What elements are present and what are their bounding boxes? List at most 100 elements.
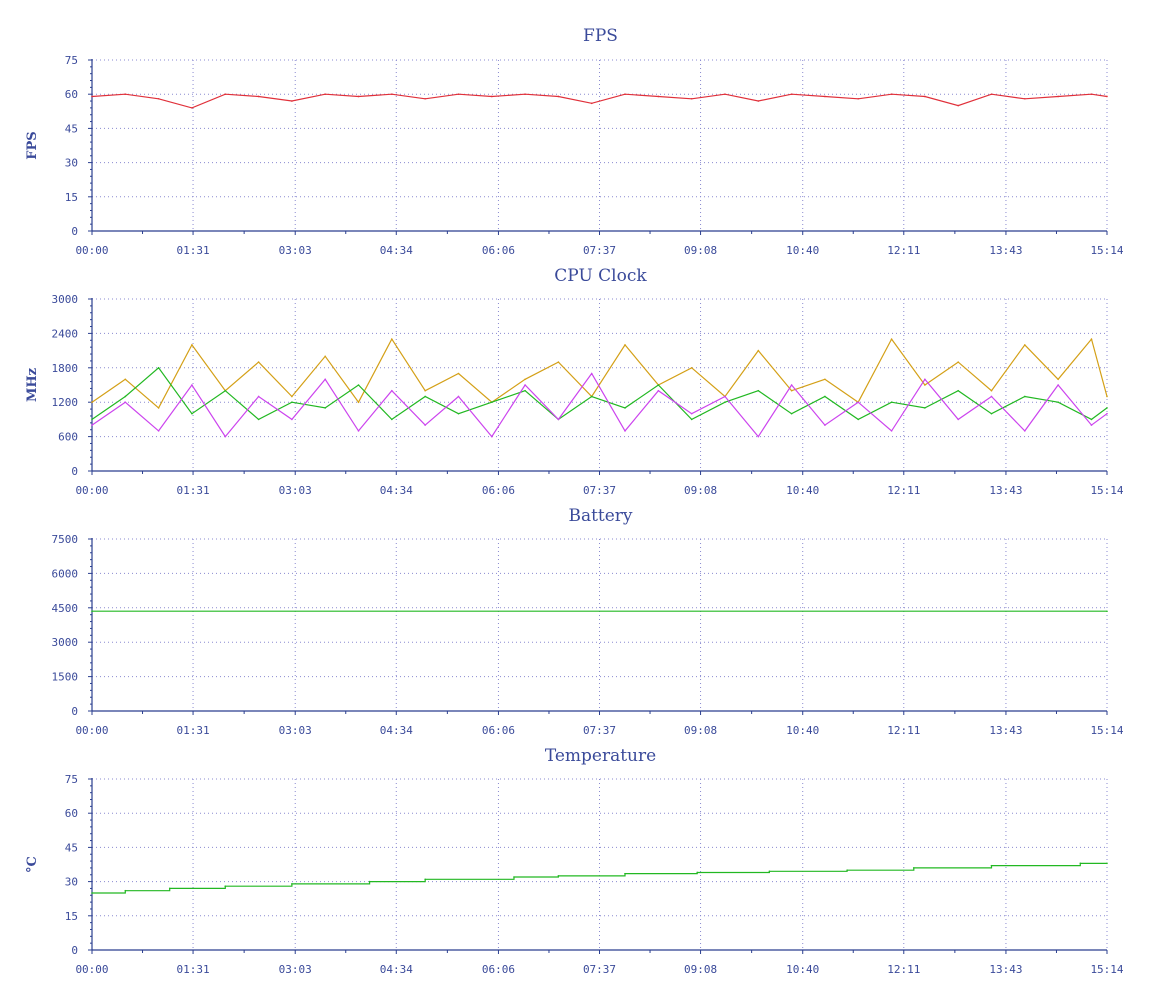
data-point [324, 93, 327, 95]
x-tick-label: 12:11 [887, 244, 920, 257]
data-point [657, 95, 660, 98]
data-point [557, 361, 560, 363]
data-point [624, 430, 626, 432]
data-point [724, 395, 726, 398]
data-point [990, 864, 993, 867]
y-tick-label: 30 [65, 876, 78, 889]
data-point [391, 418, 393, 421]
data-point [191, 384, 193, 386]
data-point [1079, 862, 1082, 865]
data-point [490, 401, 493, 404]
x-tick-label: 12:11 [887, 963, 920, 976]
x-tick-label: 13:43 [989, 724, 1022, 737]
data-point [424, 424, 426, 426]
x-tick-label: 01:31 [176, 963, 209, 976]
data-point [257, 95, 260, 98]
data-point [291, 100, 293, 102]
data-point [924, 95, 926, 98]
data-point [690, 418, 693, 421]
x-tick-label: 12:11 [887, 484, 920, 497]
y-tick-label: 15 [65, 191, 78, 204]
data-point [657, 384, 660, 386]
data-point [757, 435, 760, 438]
data-point [224, 389, 227, 392]
x-tick-label: 03:03 [279, 963, 312, 976]
data-point [1057, 95, 1059, 98]
y-tick-label: 6000 [52, 567, 79, 580]
data-point [1024, 430, 1026, 432]
x-tick-label: 10:40 [786, 484, 819, 497]
chart-title: FPS [583, 26, 618, 46]
x-tick-label: 00:00 [75, 484, 108, 497]
x-tick-label: 07:37 [583, 244, 616, 257]
data-point [890, 401, 893, 404]
data-point [291, 418, 293, 421]
data-point [990, 412, 993, 415]
data-point [91, 418, 93, 421]
x-tick-label: 10:40 [786, 963, 819, 976]
x-tick-label: 06:06 [482, 484, 515, 497]
x-tick-label: 15:14 [1090, 963, 1123, 976]
data-point [924, 378, 926, 381]
data-point [524, 384, 526, 386]
x-tick-label: 07:37 [583, 963, 616, 976]
data-point [990, 389, 993, 392]
data-point [524, 93, 526, 95]
data-point [257, 395, 260, 398]
data-point [557, 95, 560, 98]
data-point [857, 401, 860, 404]
data-point [990, 395, 993, 398]
data-point [391, 338, 393, 340]
x-tick-label: 00:00 [75, 244, 108, 257]
data-point [91, 95, 93, 98]
x-tick-label: 04:34 [380, 724, 413, 737]
data-point [557, 418, 560, 421]
data-point [368, 880, 371, 883]
data-point [157, 430, 160, 432]
y-tick-label: 2400 [52, 327, 79, 340]
chart-title: Battery [568, 506, 632, 526]
data-point [912, 867, 915, 869]
x-tick-label: 06:06 [482, 724, 515, 737]
data-point [91, 424, 93, 426]
x-tick-label: 10:40 [786, 244, 819, 257]
x-tick-label: 13:43 [989, 484, 1022, 497]
data-point [124, 378, 127, 381]
data-point [657, 389, 660, 392]
y-tick-label: 30 [65, 157, 78, 170]
y-tick-label: 15 [65, 910, 78, 923]
data-point [324, 407, 327, 409]
data-point [557, 875, 560, 877]
data-point [757, 349, 760, 352]
data-point [191, 107, 193, 109]
y-tick-label: 0 [71, 705, 78, 718]
chart-title: Temperature [545, 746, 656, 766]
data-point [1106, 862, 1108, 865]
chart-4: Temperature °C 0 15 30 45 60 75 00:00 01:31 03:03 0… [25, 746, 1124, 976]
data-point [124, 395, 127, 398]
data-point [890, 338, 893, 340]
y-tick-label: 60 [65, 807, 78, 820]
y-axis-label: MHz [25, 368, 40, 402]
data-point [824, 95, 826, 98]
data-point [957, 389, 959, 392]
chart-3: Battery 0 1500 3000 4500 6000 7500 00:00 01:31 03… [52, 506, 1124, 737]
data-point [357, 401, 360, 404]
x-tick-label: 13:43 [989, 963, 1022, 976]
data-point [424, 389, 426, 392]
data-point [924, 384, 926, 386]
data-point [1024, 395, 1026, 398]
data-point [391, 389, 393, 392]
data-point [857, 97, 860, 100]
data-point [168, 887, 171, 890]
data-point [624, 344, 626, 346]
y-tick-label: 0 [71, 944, 78, 957]
data-point [1090, 93, 1093, 95]
y-tick-label: 1800 [52, 362, 79, 375]
x-tick-label: 09:08 [684, 484, 717, 497]
y-tick-label: 75 [65, 54, 78, 67]
data-point [291, 395, 293, 398]
x-tick-label: 04:34 [380, 484, 413, 497]
x-tick-label: 13:43 [989, 244, 1022, 257]
data-point [124, 93, 127, 95]
